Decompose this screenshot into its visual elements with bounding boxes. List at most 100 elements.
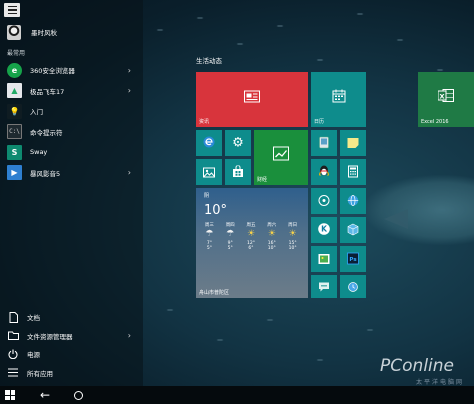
sun-icon: ☀ xyxy=(267,228,276,239)
bottom-item-label: 所有应用 xyxy=(27,369,53,378)
bottom-item-label: 文档 xyxy=(27,314,40,323)
forecast-day: 周五 ☀ 12° 6° xyxy=(241,223,262,252)
tile-calculator[interactable] xyxy=(340,159,366,185)
tile-edge[interactable] xyxy=(196,130,222,156)
edge-browser-icon xyxy=(203,134,216,153)
tile-label: 日历 xyxy=(314,119,325,125)
weather-location: 舟山市普陀区 xyxy=(199,290,230,296)
bottom-item-power[interactable]: 电源 xyxy=(0,345,143,364)
user-account[interactable]: 墨时风秋 xyxy=(7,24,57,40)
tile-settings[interactable]: ⚙ xyxy=(225,130,251,156)
alarm-clock-icon xyxy=(347,277,359,296)
cloud-rain-icon: ☂ xyxy=(226,228,235,239)
app-item-get-started[interactable]: 💡 入门 xyxy=(0,101,143,122)
gear-icon: ⚙ xyxy=(232,135,244,151)
chevron-right-icon[interactable]: › xyxy=(128,66,131,75)
forecast-low: 10° xyxy=(267,246,276,252)
home-button[interactable] xyxy=(70,386,86,404)
app-item-command-prompt[interactable]: C:\ 命令提示符 xyxy=(0,122,143,143)
tile-photos[interactable] xyxy=(196,159,222,185)
phone-companion-icon xyxy=(319,134,330,153)
sun-icon: ☀ xyxy=(246,228,256,239)
avatar xyxy=(7,24,21,40)
tile-label: 资讯 xyxy=(199,119,210,125)
background-shark xyxy=(364,175,474,245)
forecast-day-name: 周四 xyxy=(225,223,235,228)
forecast-day-name: 周日 xyxy=(288,223,298,228)
tile-3d-box[interactable] xyxy=(340,217,366,243)
tile-calendar[interactable]: 日历 xyxy=(311,72,366,127)
forecast-day: 周四 ☂ 9° 5° xyxy=(220,223,241,252)
back-arrow-icon: ← xyxy=(39,388,51,402)
chevron-right-icon[interactable]: › xyxy=(128,331,131,340)
weather-temperature: 10° xyxy=(204,203,228,218)
start-button[interactable] xyxy=(0,386,20,404)
tile-qq[interactable] xyxy=(311,159,337,185)
cloud-rain-icon: ☂ xyxy=(205,228,214,239)
news-icon xyxy=(244,87,260,106)
user-name: 墨时风秋 xyxy=(31,29,57,37)
lightbulb-icon: 💡 xyxy=(7,103,22,119)
app-label: 360安全浏览器 xyxy=(30,67,75,76)
k-app-icon: K xyxy=(318,221,331,240)
app-item-storm-player[interactable]: ▶ 暴风影音5 › xyxy=(0,163,143,184)
app-item-sway[interactable]: S Sway xyxy=(0,142,143,163)
sway-icon: S xyxy=(7,144,22,160)
photos-icon xyxy=(203,163,215,182)
bottom-item-all-apps[interactable]: 所有应用 xyxy=(0,364,143,383)
tile-image-viewer[interactable] xyxy=(311,246,337,272)
racing-game-icon: ▲ xyxy=(7,83,22,99)
forecast-low: 10° xyxy=(288,246,297,252)
forecast-low: 5° xyxy=(227,246,233,252)
list-icon xyxy=(7,367,19,379)
weather-forecast: 周三 ☂ 7° 5° 周四 ☂ 9° 5° 周五 ☀ 12° 6° 周六 ☀ 1… xyxy=(199,223,303,252)
forecast-day: 周三 ☂ 7° 5° xyxy=(199,223,220,252)
tile-weather[interactable]: 阴 10° 周三 ☂ 7° 5° 周四 ☂ 9° 5° 周五 ☀ 12° 6° … xyxy=(196,188,308,298)
tile-notes[interactable] xyxy=(340,130,366,156)
tile-k-app[interactable]: K xyxy=(311,217,337,243)
photoshop-icon: Ps xyxy=(347,250,359,269)
tile-alarm[interactable] xyxy=(340,275,366,298)
hamburger-menu-icon[interactable] xyxy=(4,3,20,17)
taskbar: ← xyxy=(0,386,474,404)
tile-camera[interactable] xyxy=(311,130,337,156)
tile-browser[interactable] xyxy=(340,188,366,214)
tile-photoshop[interactable]: Ps xyxy=(340,246,366,272)
bottom-item-file-explorer[interactable]: 文件资源管理器 › xyxy=(0,327,143,346)
chevron-right-icon[interactable]: › xyxy=(128,86,131,95)
tile-excel[interactable]: X Excel 2016 xyxy=(418,72,474,127)
browser-360-icon: e xyxy=(7,62,22,78)
tile-label: 财经 xyxy=(257,177,268,183)
back-button[interactable]: ← xyxy=(20,386,70,404)
app-item-360-browser[interactable]: e 360安全浏览器 › xyxy=(0,60,143,81)
start-bottom-list: 文档 文件资源管理器 › 电源 所有应用 xyxy=(0,308,143,382)
watermark-subtitle: 太平洋电脑网 xyxy=(415,379,464,386)
bottom-item-label: 电源 xyxy=(27,351,40,360)
image-viewer-icon xyxy=(318,250,330,269)
forecast-day-name: 周五 xyxy=(246,223,256,228)
app-label: Sway xyxy=(30,148,48,157)
app-label: 极品飞车17 xyxy=(30,87,65,96)
forecast-day: 周日 ☀ 15° 10° xyxy=(282,223,303,252)
calculator-icon xyxy=(348,163,358,182)
cube-icon xyxy=(347,221,359,240)
circle-icon xyxy=(73,390,83,400)
windows-logo-icon xyxy=(5,390,15,400)
start-menu-left-pane: 墨时风秋 最常用 e 360安全浏览器 › ▲ 极品飞车17 › 💡 入门 C:… xyxy=(0,0,143,386)
app-label: 入门 xyxy=(30,108,43,117)
forecast-day-name: 周六 xyxy=(267,223,277,228)
chevron-right-icon[interactable]: › xyxy=(128,168,131,177)
tile-news[interactable]: 资讯 xyxy=(196,72,308,127)
forecast-low: 6° xyxy=(248,246,254,252)
folder-icon xyxy=(7,330,19,342)
app-label: 命令提示符 xyxy=(30,128,63,137)
tile-store[interactable] xyxy=(225,159,251,185)
app-item-need-for-speed[interactable]: ▲ 极品飞车17 › xyxy=(0,81,143,102)
qq-penguin-icon xyxy=(318,163,330,182)
tile-chat[interactable] xyxy=(311,275,337,298)
bottom-item-label: 文件资源管理器 xyxy=(27,332,73,341)
calendar-icon xyxy=(332,87,345,106)
tile-music[interactable] xyxy=(311,188,337,214)
bottom-item-documents[interactable]: 文档 xyxy=(0,308,143,327)
tile-finance[interactable]: 财经 xyxy=(254,130,308,185)
